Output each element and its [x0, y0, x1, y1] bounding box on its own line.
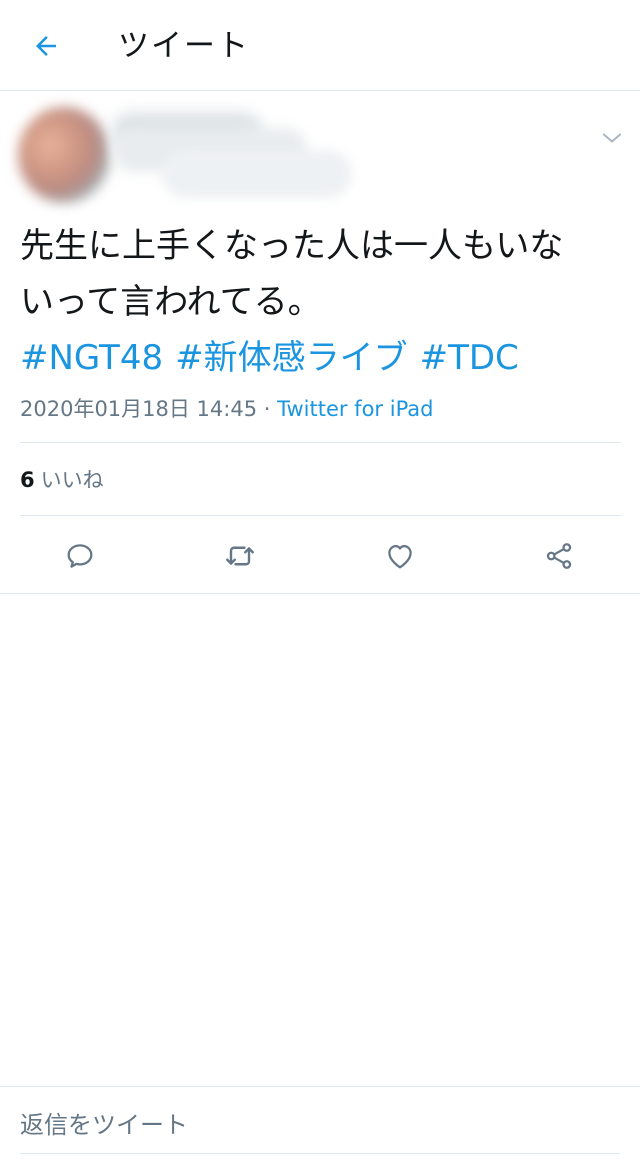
tweet-text-line: 先生に上手くなった人は一人もいな	[20, 226, 564, 266]
hashtag-list: #NGT48 #新体感ライブ #TDC	[20, 330, 519, 386]
blurred-username	[162, 150, 352, 198]
retweet-icon	[226, 546, 254, 566]
like-button[interactable]	[380, 536, 420, 576]
tweet-timestamp: 2020年01月18日 14:45	[20, 397, 258, 421]
tweet-meta: 2020年01月18日 14:45 · Twitter for iPad	[20, 394, 434, 424]
share-button[interactable]	[539, 536, 579, 576]
back-arrow-icon	[36, 36, 56, 56]
likes-count: 6	[20, 468, 35, 492]
tweet-text-line: いって言われてる。	[20, 282, 322, 322]
tweet-text: 先生に上手くなった人は一人もいな いって言われてる。	[20, 218, 620, 330]
avatar[interactable]	[18, 107, 110, 203]
tweet-source-link[interactable]: Twitter for iPad	[277, 397, 433, 421]
tweet-menu-button[interactable]	[598, 124, 626, 152]
tweet-detail-screen: ツイート 先生に上手くなった人は一人もいな いって言われてる。 #NGT48 #…	[0, 0, 640, 1163]
reply-input[interactable]: 返信をツイート	[20, 1109, 188, 1141]
divider	[20, 515, 621, 516]
reply-composer-bar: 返信をツイート	[0, 1086, 640, 1163]
retweet-button[interactable]	[220, 536, 260, 576]
hashtag-link[interactable]: #TDC	[420, 330, 519, 386]
hashtag-link[interactable]: #新体感ライブ	[175, 330, 408, 386]
back-button[interactable]	[26, 26, 66, 66]
chevron-down-icon	[602, 133, 622, 143]
reply-input-underline	[20, 1153, 620, 1154]
share-icon	[546, 543, 572, 569]
divider	[20, 442, 621, 443]
divider	[0, 593, 640, 594]
reply-button[interactable]	[60, 536, 100, 576]
likes-stat[interactable]: 6 いいね	[20, 465, 104, 495]
meta-separator: ·	[257, 397, 278, 421]
like-icon	[388, 544, 412, 569]
app-header: ツイート	[0, 0, 640, 91]
hashtag-link[interactable]: #NGT48	[20, 330, 163, 386]
likes-label: いいね	[40, 468, 104, 492]
reply-icon	[67, 544, 93, 568]
page-title: ツイート	[118, 28, 250, 64]
